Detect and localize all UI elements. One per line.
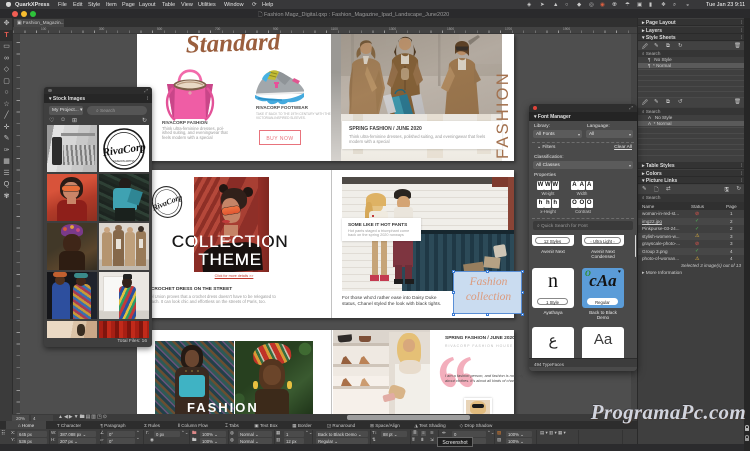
svg-text:FASHION ARTIST: FASHION ARTIST — [113, 159, 135, 163]
svg-text:RivaCorp: RivaCorp — [150, 192, 184, 213]
svg-text:Standard: Standard — [185, 34, 281, 59]
svg-text:RivaCorp: RivaCorp — [101, 140, 147, 158]
